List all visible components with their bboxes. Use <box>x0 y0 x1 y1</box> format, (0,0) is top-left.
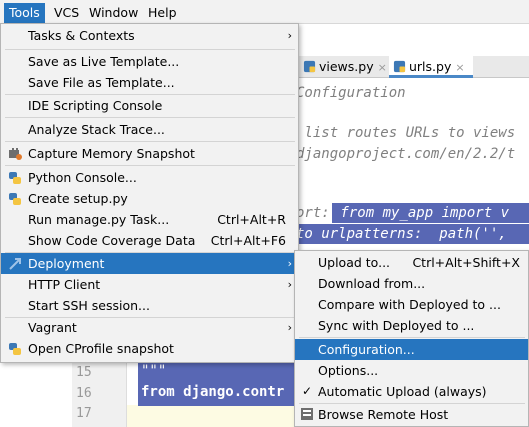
submenu-item-sync-deployed[interactable]: Sync with Deployed to ... <box>295 315 528 336</box>
menu-item-label: Save File as Template... <box>28 75 175 90</box>
menu-item-ide-scripting-console[interactable]: IDE Scripting Console <box>1 95 298 116</box>
menu-item-start-ssh-session[interactable]: Start SSH session... <box>1 295 298 316</box>
close-icon[interactable]: × <box>455 61 464 74</box>
menu-item-vagrant[interactable]: Vagrant › <box>1 317 298 338</box>
menu-item-analyze-stack-trace[interactable]: Analyze Stack Trace... <box>1 119 298 140</box>
menu-item-label: Show Code Coverage Data <box>28 233 196 248</box>
menu-separator <box>5 165 295 166</box>
current-line-highlight <box>127 405 297 427</box>
close-icon[interactable]: × <box>378 61 387 74</box>
menubar: Tools VCS Window Help <box>0 0 529 24</box>
menu-item-label: Create setup.py <box>28 191 128 206</box>
menu-item-label: Sync with Deployed to ... <box>318 318 475 333</box>
code-line: Configuration <box>296 85 406 101</box>
code-line: from django.contr <box>141 384 284 400</box>
python-file-icon <box>303 60 316 73</box>
menu-separator <box>5 117 295 118</box>
shortcut-label: Ctrl+Alt+R <box>217 212 286 227</box>
code-line: djangoproject.com/en/2.2/t <box>296 146 516 162</box>
menu-item-label: Download from... <box>318 276 426 291</box>
submenu-item-compare-deployed[interactable]: Compare with Deployed to ... <box>295 294 528 315</box>
code-line: list routes URLs to views <box>296 125 516 141</box>
code-selection: to urlpatterns: path('', <box>296 224 529 244</box>
menu-item-create-setup-py[interactable]: Create setup.py <box>1 188 298 209</box>
submenu-arrow-icon: › <box>287 257 292 270</box>
menu-item-label: IDE Scripting Console <box>28 98 163 113</box>
menu-item-label: Open CProfile snapshot <box>28 341 174 356</box>
submenu-arrow-icon: › <box>287 321 292 334</box>
menu-item-deployment[interactable]: Deployment › <box>1 253 298 274</box>
python-icon <box>9 172 21 184</box>
cprofile-icon <box>9 343 21 355</box>
menu-item-open-cprofile[interactable]: Open CProfile snapshot <box>1 338 298 359</box>
menu-separator <box>5 141 295 142</box>
shortcut-label: Ctrl+Alt+Shift+X <box>412 255 520 270</box>
menu-item-show-code-coverage[interactable]: Show Code Coverage Data Ctrl+Alt+F6 <box>1 230 298 251</box>
menu-item-label: Tasks & Contexts <box>28 28 135 43</box>
menu-window[interactable]: Window <box>84 3 143 23</box>
deployment-icon <box>9 258 21 270</box>
menu-vcs[interactable]: VCS <box>49 3 84 23</box>
submenu-item-browse-remote-host[interactable]: Browse Remote Host <box>295 404 528 425</box>
editor-tab-bar: views.py × urls.py × <box>295 56 529 78</box>
submenu-arrow-icon: › <box>287 278 292 291</box>
submenu-arrow-icon: › <box>287 29 292 42</box>
menu-item-label: Configuration... <box>318 342 415 357</box>
tab-label: views.py <box>319 59 374 74</box>
keyword: from django.contr <box>141 384 285 400</box>
menu-item-capture-memory-snapshot[interactable]: Capture Memory Snapshot <box>1 143 298 164</box>
menu-separator <box>5 49 295 50</box>
menu-item-label: Save as Live Template... <box>28 54 180 69</box>
menu-item-label: HTTP Client <box>28 277 101 292</box>
menu-item-tasks-contexts[interactable]: Tasks & Contexts › <box>1 25 298 46</box>
menu-item-run-manage-py[interactable]: Run manage.py Task... Ctrl+Alt+R <box>1 209 298 230</box>
code-selection: from my_app import v <box>332 203 529 223</box>
line-number: 15 <box>76 365 92 380</box>
line-number: 16 <box>76 386 92 401</box>
menu-item-label: Vagrant <box>28 320 77 335</box>
tab-label: urls.py <box>409 59 452 74</box>
menu-help[interactable]: Help <box>143 3 182 23</box>
shortcut-label: Ctrl+Alt+F6 <box>210 233 286 248</box>
submenu-item-upload-to[interactable]: Upload to... Ctrl+Alt+Shift+X <box>295 252 528 273</box>
menu-item-label: Analyze Stack Trace... <box>28 122 165 137</box>
deployment-submenu: Upload to... Ctrl+Alt+Shift+X Download fr… <box>294 250 529 427</box>
check-icon: ✓ <box>302 384 313 398</box>
menu-item-save-file-template[interactable]: Save File as Template... <box>1 72 298 93</box>
menu-item-label: Options... <box>318 363 379 378</box>
menu-item-label: Compare with Deployed to ... <box>318 297 501 312</box>
menu-item-label: Browse Remote Host <box>318 407 449 422</box>
python-file-icon <box>393 60 406 73</box>
code-line: ort: <box>296 205 330 221</box>
code-line: """ <box>141 363 167 379</box>
menu-item-label: Automatic Upload (always) <box>318 384 487 399</box>
menu-item-label: Upload to... <box>318 255 391 270</box>
tools-menu: Tasks & Contexts › Save as Live Template.… <box>0 23 299 363</box>
memory-snapshot-icon <box>9 148 22 160</box>
menu-item-label: Deployment <box>28 256 105 271</box>
menu-item-label: Run manage.py Task... <box>28 212 170 227</box>
menu-separator <box>299 337 525 338</box>
tab-views-py[interactable]: views.py × <box>299 56 387 78</box>
menu-item-label: Capture Memory Snapshot <box>28 146 195 161</box>
menu-item-python-console[interactable]: Python Console... <box>1 167 298 188</box>
submenu-item-download-from[interactable]: Download from... <box>295 273 528 294</box>
menu-item-save-live-template[interactable]: Save as Live Template... <box>1 51 298 72</box>
menu-item-label: Python Console... <box>28 170 137 185</box>
submenu-item-configuration[interactable]: Configuration... <box>295 339 528 360</box>
menu-item-label: Start SSH session... <box>28 298 150 313</box>
menu-tools[interactable]: Tools <box>4 3 45 23</box>
tab-urls-py[interactable]: urls.py × <box>389 56 473 78</box>
line-number: 17 <box>76 406 92 421</box>
menu-item-http-client[interactable]: HTTP Client › <box>1 274 298 295</box>
python-setup-icon <box>9 193 21 205</box>
submenu-item-options[interactable]: Options... <box>295 360 528 381</box>
submenu-item-automatic-upload[interactable]: ✓ Automatic Upload (always) <box>295 381 528 402</box>
browse-remote-icon <box>301 408 313 420</box>
